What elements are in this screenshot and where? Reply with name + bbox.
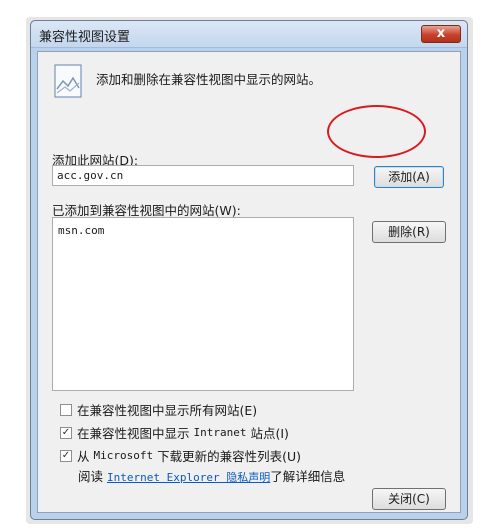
site-list[interactable]: msn.com [52,217,354,391]
download-label-word: Microsoft [93,449,154,462]
annotation-circle [327,105,426,158]
title-bar: 兼容性视图设置 x [31,21,467,48]
add-site-input[interactable]: acc.gov.cn [52,165,354,186]
download-label-suffix: 下载更新的兼容性列表(U) [153,449,301,464]
dialog-description: 添加和删除在兼容性视图中显示的网站。 [96,72,322,87]
privacy-prefix: 阅读 [78,469,107,484]
intranet-label-prefix: 在兼容性视图中显示 [77,426,194,441]
dialog-title: 兼容性视图设置 [39,30,131,45]
show-all-label: 在兼容性视图中显示所有网站(E) [77,403,258,418]
show-all-option[interactable]: 在兼容性视图中显示所有网站(E) [60,400,257,419]
download-list-checkbox[interactable]: ✓ [60,449,72,462]
intranet-checkbox[interactable]: ✓ [60,426,72,439]
intranet-option[interactable]: ✓ 在兼容性视图中显示 Intranet 站点(I) [60,423,289,442]
download-label-prefix: 从 [77,449,94,464]
download-list-option[interactable]: ✓ 从 Microsoft 下载更新的兼容性列表(U) [60,446,301,465]
privacy-line: 阅读 Internet Explorer 隐私声明了解详细信息 [78,466,345,485]
close-icon: x [436,26,446,41]
intranet-label-word: Intranet [193,426,247,439]
close-window-button[interactable]: x [421,25,461,43]
privacy-suffix: 了解详细信息 [270,469,346,484]
compat-view-dialog: 兼容性视图设置 x 添加和删除在兼容性视图中显示的网站。 添加此网站(D): a… [30,20,468,520]
privacy-statement-link[interactable]: Internet Explorer 隐私声明 [107,471,270,484]
site-picture-icon [54,64,82,98]
remove-button[interactable]: 删除(R) [372,221,446,243]
close-button[interactable]: 关闭(C) [372,488,446,510]
add-button[interactable]: 添加(A) [374,166,444,188]
show-all-checkbox[interactable] [60,403,72,416]
list-item[interactable]: msn.com [58,224,348,237]
add-site-input-value: acc.gov.cn [57,169,124,182]
intranet-label-suffix: 站点(I) [246,426,289,441]
